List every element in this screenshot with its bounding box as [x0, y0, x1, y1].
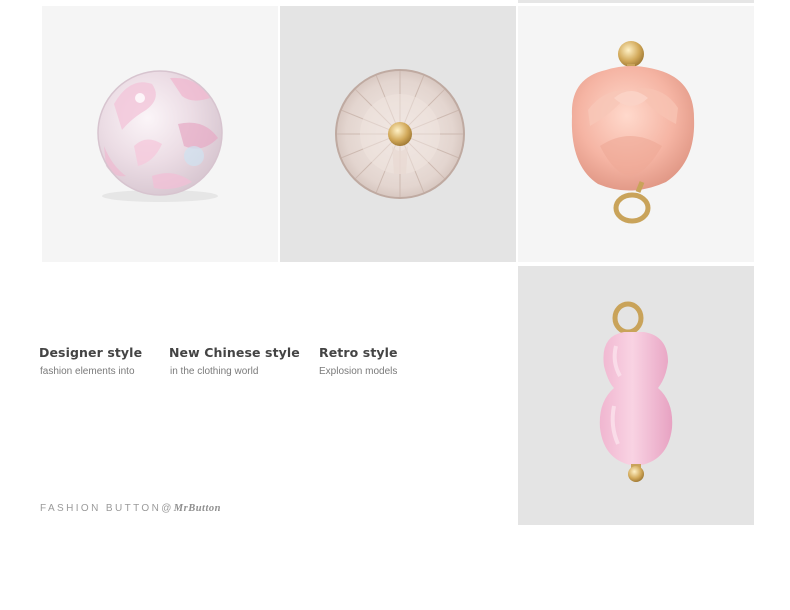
- rose-pendant-image: [571, 41, 695, 224]
- feature-title: Retro style: [319, 345, 398, 360]
- glitter-sphere-image: [97, 70, 223, 202]
- feature-retro-style: Retro style Explosion models: [319, 345, 398, 377]
- tagline-text: FASHION BUTTON@: [40, 503, 174, 514]
- feature-subtitle: in the clothing world: [170, 366, 259, 377]
- feature-title: New Chinese style: [169, 345, 300, 360]
- top-divider: [518, 0, 754, 3]
- product-image-gourd-pendant[interactable]: [518, 266, 754, 525]
- gourd-pendant-image: [599, 301, 673, 482]
- feature-new-chinese-style: New Chinese style in the clothing world: [169, 345, 300, 377]
- product-image-glitter-sphere[interactable]: [42, 6, 278, 262]
- feature-subtitle: fashion elements into: [40, 366, 135, 377]
- product-image-rose-pendant[interactable]: [518, 6, 754, 262]
- feature-subtitle: Explosion models: [319, 366, 398, 377]
- brand-tagline: FASHION BUTTON@MrButton: [40, 503, 221, 514]
- product-image-crystal-button[interactable]: [280, 6, 516, 262]
- crystal-button-image: [335, 69, 465, 199]
- feature-designer-style: Designer style fashion elements into: [39, 345, 142, 377]
- brand-name: MrButton: [173, 503, 221, 514]
- feature-title: Designer style: [39, 345, 143, 360]
